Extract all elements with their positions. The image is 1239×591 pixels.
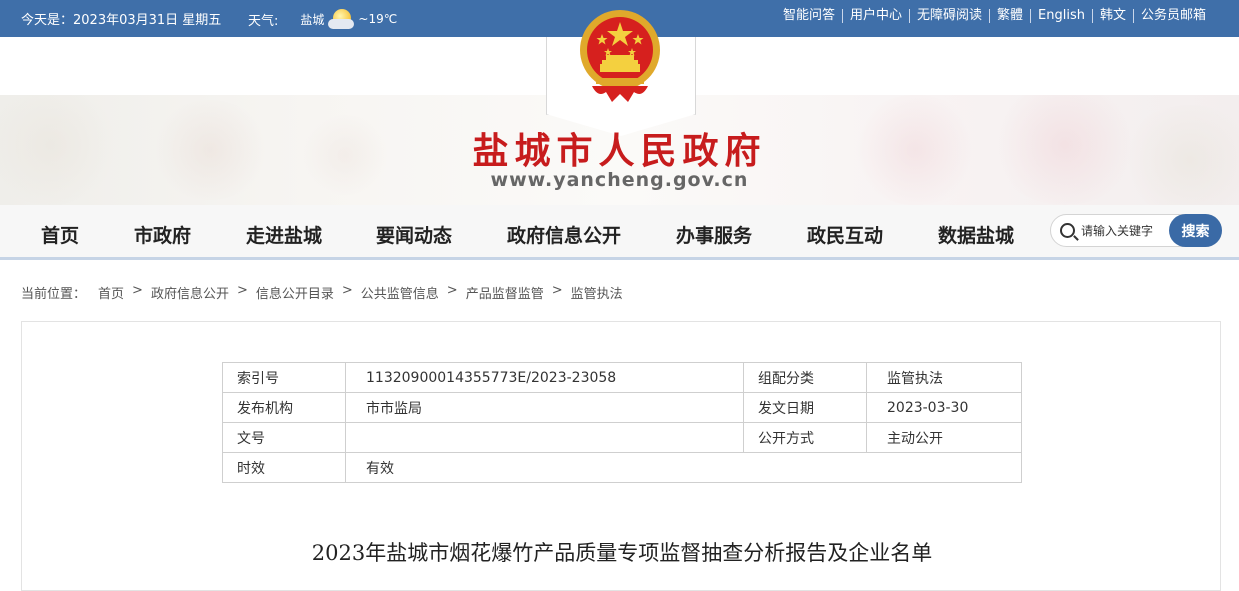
meta-value-index-number: 11320900014355773E/2023-23058 (345, 362, 744, 393)
document-meta-table: 索引号 11320900014355773E/2023-23058 组配分类 监… (222, 362, 1022, 483)
breadcrumb-info-catalog[interactable]: 信息公开目录 (256, 283, 334, 302)
nav-services[interactable]: 办事服务 (676, 221, 752, 248)
breadcrumb-separator: > (132, 283, 143, 298)
link-smart-qa[interactable]: 智能问答 (776, 9, 842, 23)
search-box: 搜索 (1050, 214, 1222, 247)
search-button[interactable]: 搜索 (1169, 214, 1222, 247)
breadcrumb-separator: > (341, 283, 353, 298)
table-row: 发布机构 市市监局 发文日期 2023-03-30 (222, 392, 1022, 423)
breadcrumb: 当前位置： 首页 > 政府信息公开 > 信息公开目录 > 公共监管信息 > 产品… (21, 283, 623, 302)
nav-data-yancheng[interactable]: 数据盐城 (938, 221, 1014, 248)
document-title: 2023年盐城市烟花爆竹产品质量专项监督抽查分析报告及企业名单 (311, 541, 933, 565)
meta-value-disclosure-method: 主动公开 (866, 422, 1022, 453)
meta-key-issue-date: 发文日期 (743, 392, 867, 423)
breadcrumb-government-info[interactable]: 政府信息公开 (151, 283, 229, 302)
meta-key-index-number: 索引号 (222, 362, 346, 393)
current-date: 今天是：2023年03月31日 星期五 (21, 13, 222, 28)
content-panel: 索引号 11320900014355773E/2023-23058 组配分类 监… (21, 321, 1221, 591)
table-row: 索引号 11320900014355773E/2023-23058 组配分类 监… (222, 362, 1022, 393)
breadcrumb-product-supervision[interactable]: 产品监督监管 (466, 283, 544, 302)
nav-news[interactable]: 要闻动态 (376, 221, 452, 248)
breadcrumb-public-supervision[interactable]: 公共监管信息 (361, 283, 439, 302)
meta-value-validity: 有效 (345, 452, 1022, 483)
meta-value-document-number (345, 422, 744, 453)
partly-cloudy-icon (328, 9, 355, 29)
meta-key-disclosure-method: 公开方式 (743, 422, 867, 453)
breadcrumb-enforcement[interactable]: 监管执法 (571, 283, 623, 302)
table-row: 文号 公开方式 主动公开 (222, 422, 1022, 453)
meta-value-publisher: 市市监局 (345, 392, 744, 423)
link-accessible-reading[interactable]: 无障碍阅读 (908, 9, 989, 23)
nav-explore-yancheng[interactable]: 走进盐城 (246, 221, 322, 248)
link-civil-servant-mail[interactable]: 公务员邮箱 (1132, 9, 1213, 23)
breadcrumb-separator: > (551, 283, 563, 298)
meta-value-category: 监管执法 (866, 362, 1022, 393)
meta-key-publisher: 发布机构 (222, 392, 346, 423)
nav-city-government[interactable]: 市政府 (134, 221, 191, 248)
table-row: 时效 有效 (222, 452, 1022, 483)
site-url: www.yancheng.gov.cn (490, 169, 749, 191)
top-links: 智能问答 用户中心 无障碍阅读 繁體 English 韩文 公务员邮箱 (776, 9, 1213, 23)
meta-key-category: 组配分类 (743, 362, 867, 393)
link-korean[interactable]: 韩文 (1091, 9, 1133, 23)
link-english[interactable]: English (1030, 9, 1092, 23)
weather-label: 天气: (248, 13, 279, 29)
nav-home[interactable]: 首页 (41, 221, 79, 248)
breadcrumb-label: 当前位置： (21, 287, 87, 302)
meta-key-validity: 时效 (222, 452, 346, 483)
nav-government-info[interactable]: 政府信息公开 (507, 221, 621, 248)
search-input[interactable] (1081, 221, 1169, 241)
breadcrumb-separator: > (446, 283, 458, 298)
search-icon (1060, 223, 1075, 238)
meta-key-document-number: 文号 (222, 422, 346, 453)
site-title: 盐城市人民政府 (472, 130, 767, 172)
weather-widget: 天气: 盐城 ~19℃ (248, 9, 397, 29)
breadcrumb-separator: > (236, 283, 248, 298)
weather-city: 盐城 (300, 12, 325, 27)
link-traditional-chinese[interactable]: 繁體 (989, 9, 1030, 23)
breadcrumb-home[interactable]: 首页 (98, 283, 124, 302)
main-nav: 首页 市政府 走进盐城 要闻动态 政府信息公开 办事服务 政民互动 数据盐城 搜… (0, 205, 1239, 260)
meta-value-issue-date: 2023-03-30 (866, 392, 1022, 423)
weather-temp: ~19℃ (358, 12, 398, 26)
link-user-center[interactable]: 用户中心 (841, 9, 909, 23)
national-emblem-icon (580, 10, 660, 102)
nav-interaction[interactable]: 政民互动 (807, 221, 883, 248)
